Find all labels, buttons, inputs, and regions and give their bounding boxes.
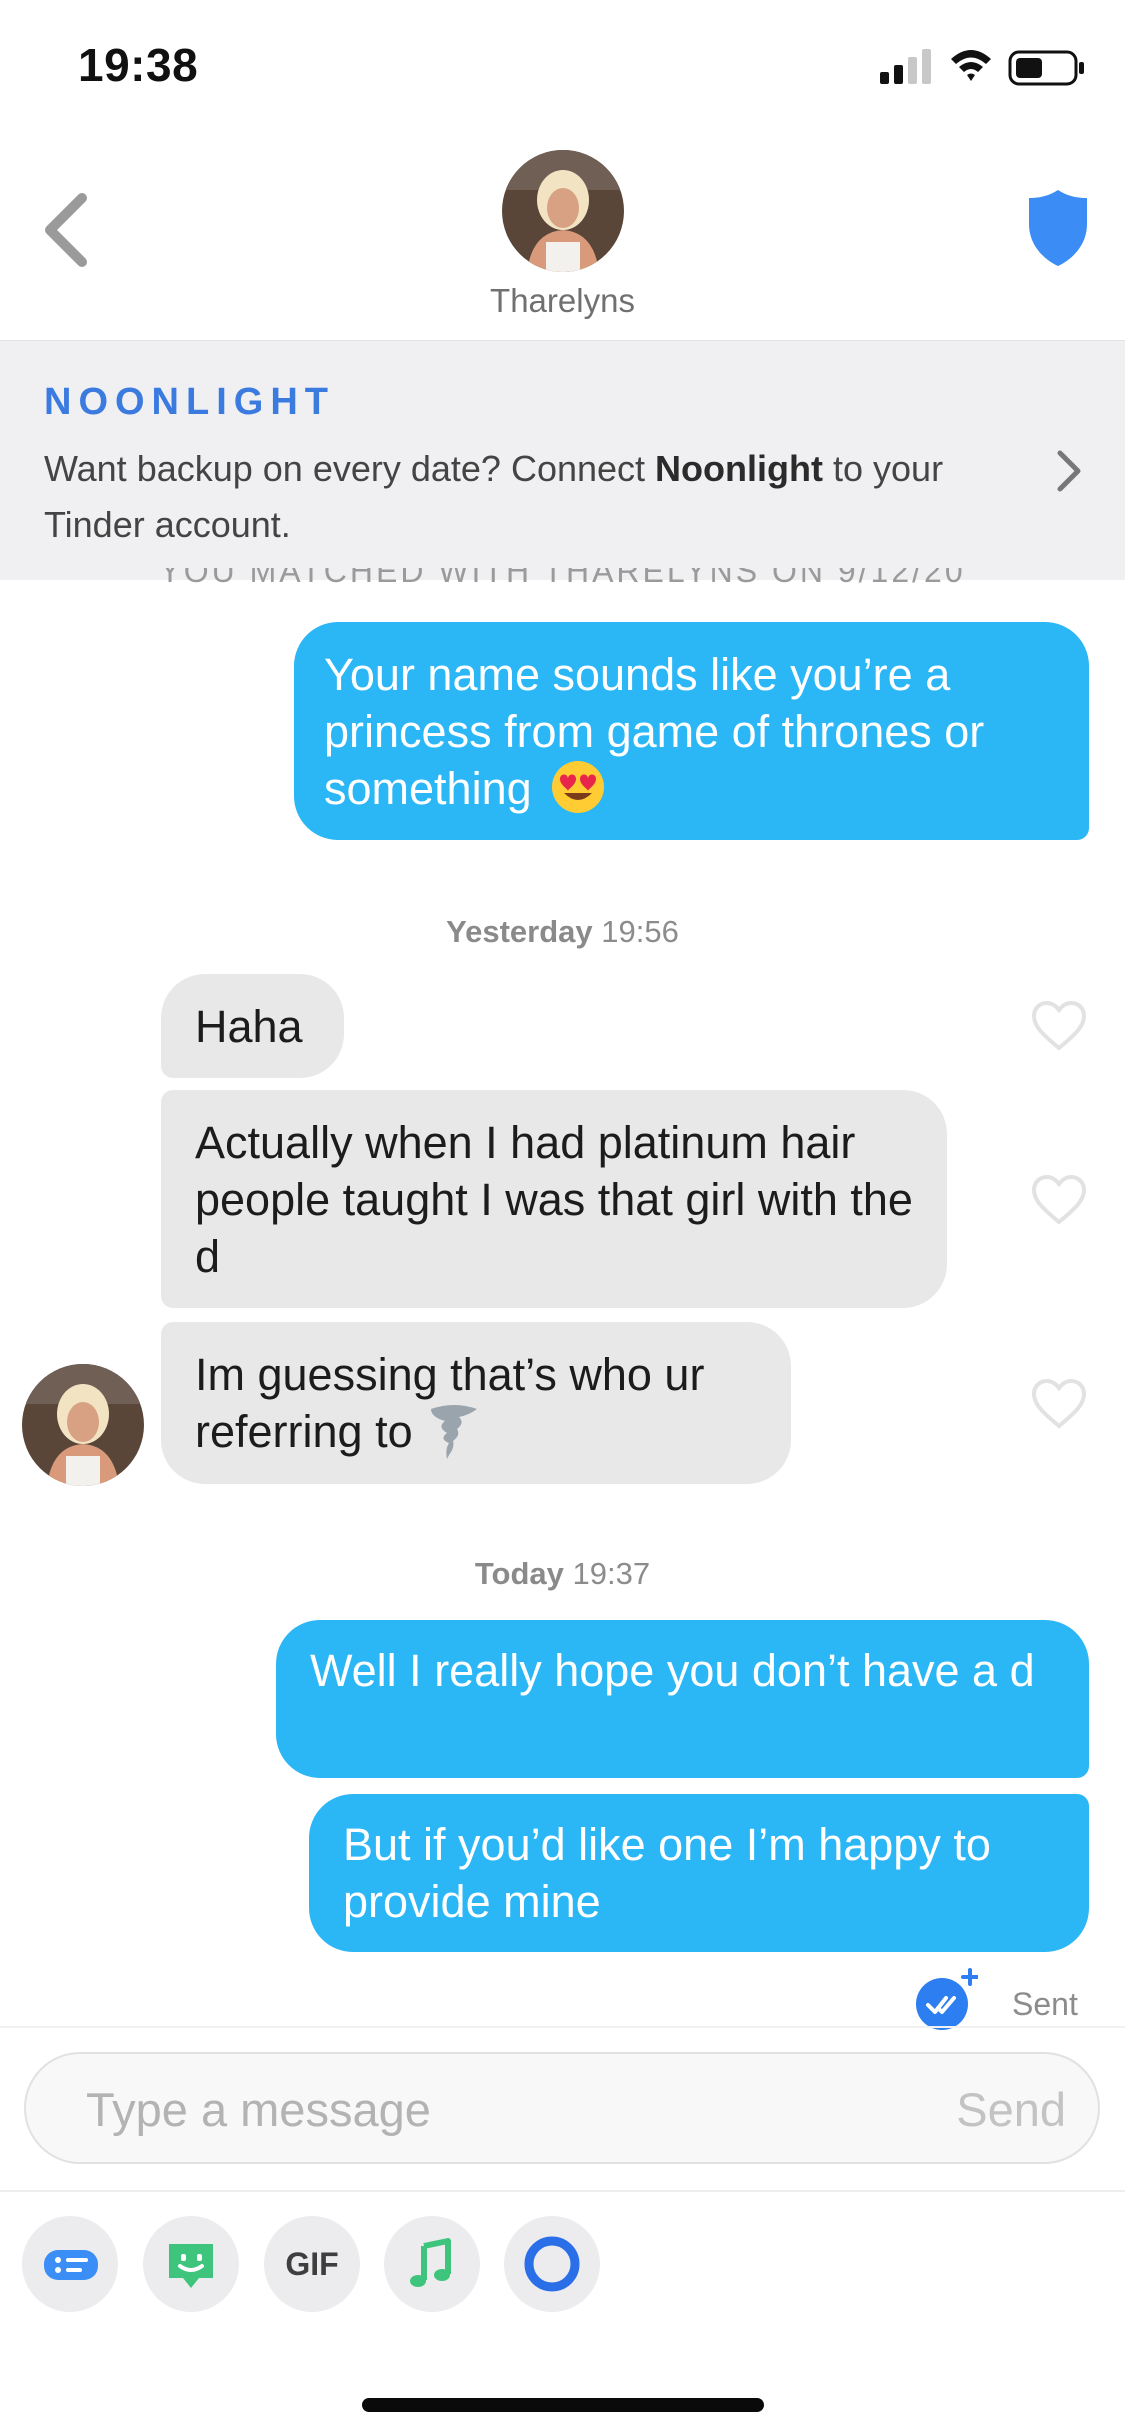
banner-text-start: Want backup on every date? Connect	[44, 448, 656, 489]
noonlight-button[interactable]	[504, 2216, 600, 2312]
chevron-right-icon	[1057, 450, 1081, 492]
matched-notice: YOU MATCHED WITH THARELYNS ON 9/12/20	[0, 568, 1125, 598]
heart-icon[interactable]	[1030, 1378, 1088, 1430]
avatar-photo	[502, 150, 624, 272]
timestamp-yesterday: Yesterday 19:56	[0, 914, 1125, 950]
timestamp-today: Today 19:37	[0, 1556, 1125, 1592]
read-receipt-icon[interactable]	[914, 1968, 978, 2032]
timestamp-time: 19:56	[601, 914, 679, 949]
timestamp-day: Yesterday	[446, 914, 593, 949]
matched-notice-text: YOU MATCHED WITH THARELYNS ON 9/12/20	[159, 568, 966, 589]
cellular-signal-icon	[880, 49, 931, 84]
wifi-icon	[951, 50, 991, 81]
gif-button[interactable]: GIF	[264, 2216, 360, 2312]
conversation-header: Tharelyns	[0, 140, 1125, 340]
sticker-icon	[169, 2244, 213, 2288]
incoming-message[interactable]: Haha	[161, 974, 344, 1078]
avatar-photo	[22, 1364, 144, 1486]
shield-icon[interactable]	[1025, 186, 1091, 268]
noonlight-banner[interactable]: NOONLIGHT Want backup on every date? Con…	[0, 340, 1125, 580]
message-input-placeholder: Type a message	[86, 2083, 431, 2136]
timestamp-time: 19:37	[572, 1556, 651, 1591]
quick-reply-icon	[44, 2250, 98, 2280]
heart-eyes-emoji-icon	[552, 761, 605, 814]
outgoing-message[interactable]: Well I really hope you don’t have a d	[276, 1620, 1089, 1778]
message-text: But if you’d like one I’m happy to provi…	[343, 1819, 991, 1927]
incoming-message[interactable]: Im guessing that’s who ur referring to	[161, 1322, 791, 1484]
message-text: Your name sounds like you’re a princess …	[324, 649, 985, 814]
gif-label: GIF	[285, 2246, 339, 2282]
match-name[interactable]: Tharelyns	[0, 282, 1125, 320]
heart-icon[interactable]	[1030, 1000, 1088, 1052]
sender-avatar[interactable]	[22, 1364, 144, 1486]
incoming-message[interactable]: Actually when I had platinum hair people…	[161, 1090, 947, 1308]
message-input[interactable]: Type a message Send	[24, 2052, 1100, 2164]
composer-divider	[0, 2026, 1125, 2028]
message-text: Actually when I had platinum hair people…	[195, 1117, 913, 1282]
toolbar-divider	[0, 2190, 1125, 2192]
match-avatar[interactable]	[502, 150, 624, 272]
sticker-button[interactable]	[143, 2216, 239, 2312]
outgoing-message[interactable]: Your name sounds like you’re a princess …	[294, 622, 1089, 840]
status-bar: 19:38	[0, 0, 1125, 140]
home-indicator	[362, 2398, 764, 2412]
battery-icon	[1008, 50, 1084, 86]
back-chevron-icon[interactable]	[30, 180, 100, 280]
noonlight-brand-label: NOONLIGHT	[44, 381, 335, 423]
music-button[interactable]	[384, 2216, 480, 2312]
sent-label: Sent	[1012, 1986, 1078, 2022]
send-button[interactable]: Send	[956, 2082, 1066, 2137]
music-icon	[410, 2238, 451, 2287]
heart-icon[interactable]	[1030, 1174, 1088, 1226]
timestamp-day: Today	[474, 1556, 564, 1591]
noonlight-banner-text: Want backup on every date? Connect Noonl…	[44, 441, 1004, 553]
status-time: 19:38	[78, 39, 199, 91]
tornado-emoji-icon	[431, 1405, 478, 1460]
quick-reply-button[interactable]	[22, 2216, 118, 2312]
message-text: Well I really hope you don’t have a d	[310, 1645, 1035, 1696]
outgoing-message[interactable]: But if you’d like one I’m happy to provi…	[309, 1794, 1089, 1952]
noonlight-ring-icon	[524, 2236, 580, 2292]
banner-text-bold: Noonlight	[655, 448, 823, 489]
message-text: Haha	[195, 1001, 303, 1052]
